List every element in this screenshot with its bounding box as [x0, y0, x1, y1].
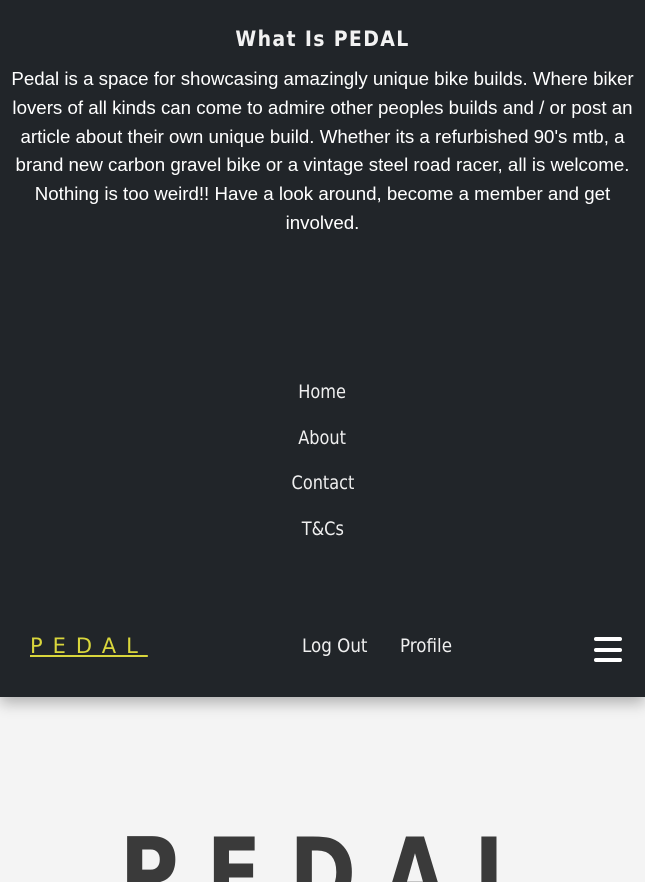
navbar-logo[interactable]: PEDAL	[30, 634, 148, 658]
hamburger-icon[interactable]	[594, 637, 622, 662]
hero-logo: PEDAL	[119, 818, 554, 882]
dropdown-menu: Home About Contact T&Cs	[0, 376, 645, 558]
profile-link[interactable]: Profile	[400, 635, 452, 657]
logout-link[interactable]: Log Out	[302, 635, 368, 657]
menu-item-about[interactable]: About	[299, 422, 347, 468]
navbar-links: Log Out Profile	[302, 635, 460, 657]
hamburger-bar	[594, 637, 622, 641]
hamburger-bar	[594, 647, 622, 652]
menu-item-terms[interactable]: T&Cs	[301, 513, 343, 559]
expanded-nav-panel: What Is PEDAL Pedal is a space for showc…	[0, 0, 645, 697]
menu-item-contact[interactable]: Contact	[291, 467, 354, 513]
about-description: Pedal is a space for showcasing amazingl…	[11, 68, 634, 233]
hamburger-bar	[594, 658, 622, 662]
menu-item-home[interactable]: Home	[299, 376, 347, 422]
about-title: What Is PEDAL	[235, 27, 410, 51]
